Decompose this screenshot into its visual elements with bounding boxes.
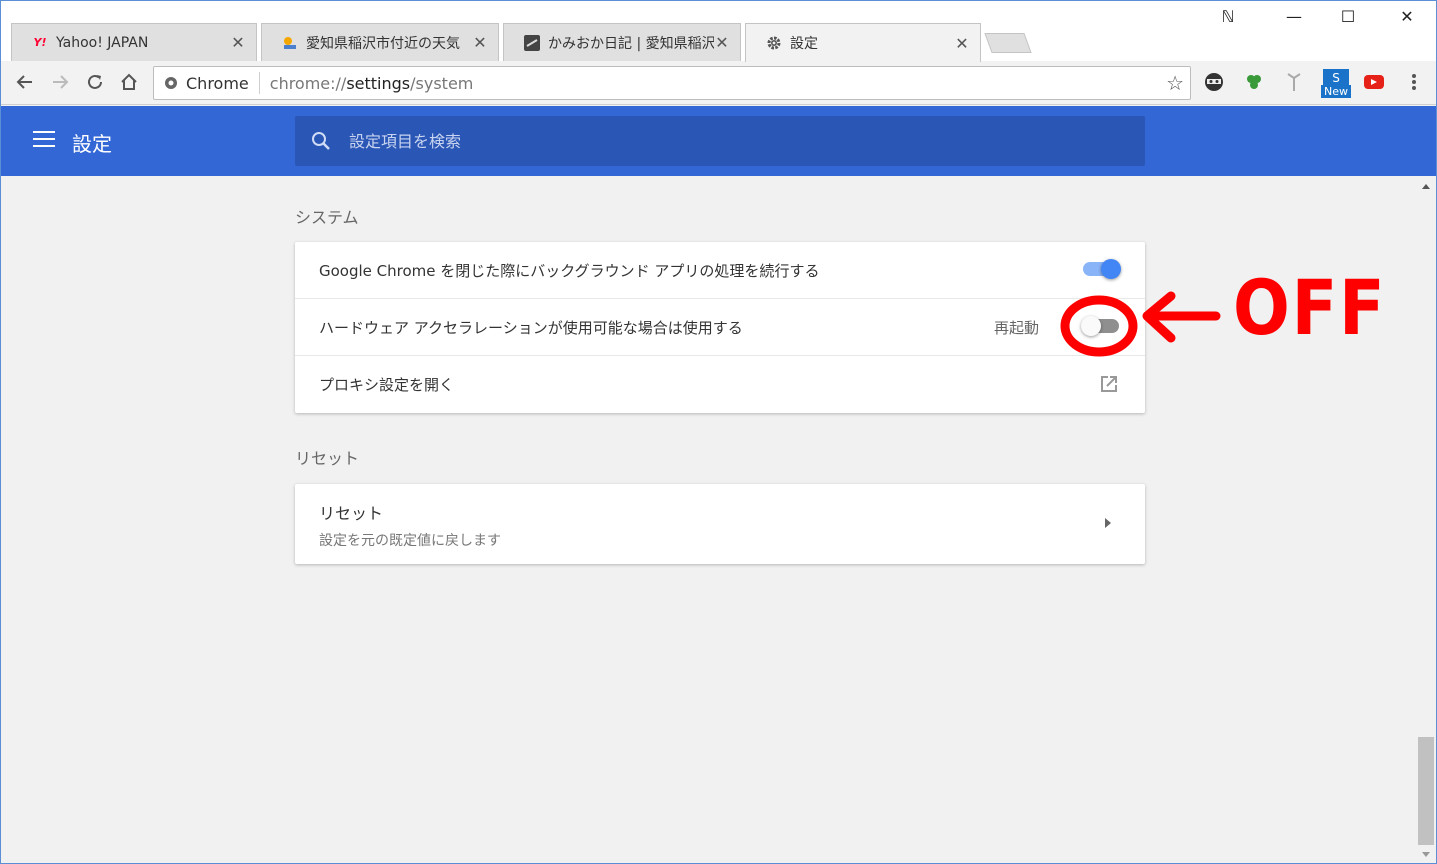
section-title-reset: リセット (295, 449, 360, 468)
tab-weather[interactable]: 愛知県稲沢市付近の天気 ✕ (261, 23, 499, 61)
site-chip-label: Chrome (186, 73, 249, 93)
tab-title: Yahoo! JAPAN (56, 34, 149, 51)
hardware-acceleration-row[interactable]: ハードウェア アクセラレーションが使用可能な場合は使用する 再起動 (295, 299, 1145, 356)
close-tab-icon[interactable]: ✕ (714, 33, 730, 52)
tab-strip: Y! Yahoo! JAPAN ✕ 愛知県稲沢市付近の天気 ✕ かみおか日記 |… (1, 1, 1436, 62)
reset-card: リセット 設定を元の既定値に戻します (295, 484, 1145, 564)
reset-row-subtitle: 設定を元の既定値に戻します (319, 533, 501, 549)
maximize-button[interactable]: ☐ (1333, 7, 1363, 26)
bookmark-star-icon[interactable]: ☆ (1166, 71, 1184, 95)
settings-header: 設定 (1, 106, 1436, 176)
browser-window: Y! Yahoo! JAPAN ✕ 愛知県稲沢市付近の天気 ✕ かみおか日記 |… (0, 0, 1437, 864)
back-button[interactable] (13, 70, 37, 94)
chrome-icon (165, 77, 177, 89)
tab-title: 愛知県稲沢市付近の天気 (306, 35, 460, 52)
external-link-icon[interactable] (1099, 374, 1119, 398)
restart-button[interactable]: 再起動 (994, 317, 1039, 338)
row-label: Google Chrome を閉じた際にバックグラウンド アプリの処理を続行する (319, 261, 820, 280)
close-tab-icon[interactable]: ✕ (472, 33, 488, 52)
hamburger-menu-icon[interactable] (33, 131, 55, 151)
page-title: 設定 (72, 132, 112, 156)
arrow-left-icon (16, 75, 32, 89)
close-tab-icon[interactable]: ✕ (954, 34, 970, 53)
search-input[interactable] (349, 131, 1049, 151)
new-extension-icon[interactable]: S New (1321, 69, 1351, 98)
url-text: chrome://settings/system (269, 73, 474, 93)
arrow-right-icon (53, 75, 69, 89)
background-apps-row[interactable]: Google Chrome を閉じた際にバックグラウンド アプリの処理を続行する (295, 242, 1145, 299)
address-bar[interactable]: Chrome chrome://settings/system ☆ (153, 66, 1191, 100)
section-title-system: システム (295, 208, 359, 227)
row-label: プロキシ設定を開く (319, 376, 455, 394)
profile-icon[interactable]: ℕ (1213, 7, 1243, 26)
new-tab-button[interactable] (984, 33, 1032, 53)
close-window-button[interactable]: ✕ (1392, 7, 1422, 26)
gear-icon (766, 35, 782, 51)
annotation-off-label: OFF (1233, 263, 1387, 352)
system-card: Google Chrome を閉じた際にバックグラウンド アプリの処理を続行する… (295, 242, 1145, 413)
minimize-button[interactable]: — (1279, 7, 1309, 26)
tab-title: 設定 (790, 36, 818, 52)
forward-button[interactable] (48, 70, 72, 94)
close-tab-icon[interactable]: ✕ (230, 33, 246, 52)
reload-icon (88, 74, 102, 89)
scroll-down-arrow-icon[interactable] (1422, 852, 1430, 857)
antenna-extension-icon[interactable] (1282, 70, 1306, 94)
video-extension-icon[interactable] (1362, 70, 1386, 94)
new-badge: New (1321, 85, 1351, 98)
scrollbar[interactable] (1416, 176, 1436, 863)
tab-blog[interactable]: かみおか日記 | 愛知県稲沢 ✕ (503, 23, 741, 61)
tab-settings[interactable]: 設定 ✕ (745, 23, 981, 62)
svg-text:S: S (1332, 71, 1340, 85)
proxy-settings-row[interactable]: プロキシ設定を開く (295, 356, 1145, 413)
ninja-extension-icon[interactable] (1202, 70, 1226, 94)
tab-title: かみおか日記 | 愛知県稲沢 (548, 35, 714, 52)
site-chip[interactable]: Chrome (154, 72, 260, 94)
weather-icon (282, 35, 298, 51)
yahoo-icon: Y! (33, 36, 47, 49)
menu-kebab-icon[interactable] (1402, 70, 1426, 94)
tab-yahoo[interactable]: Y! Yahoo! JAPAN ✕ (11, 23, 257, 61)
browser-toolbar: Chrome chrome://settings/system ☆ S New (1, 61, 1436, 105)
home-button[interactable] (117, 70, 141, 94)
home-icon (121, 73, 137, 90)
chevron-right-icon (1105, 518, 1111, 528)
scroll-up-arrow-icon[interactable] (1422, 184, 1430, 189)
settings-search[interactable] (295, 116, 1145, 166)
reset-row[interactable]: リセット 設定を元の既定値に戻します (295, 484, 1145, 564)
blog-icon (524, 34, 540, 51)
search-icon (312, 132, 330, 150)
scroll-thumb[interactable] (1418, 737, 1434, 845)
reset-row-title: リセット (319, 504, 384, 523)
reload-button[interactable] (83, 70, 107, 94)
clover-extension-icon[interactable] (1242, 70, 1266, 94)
